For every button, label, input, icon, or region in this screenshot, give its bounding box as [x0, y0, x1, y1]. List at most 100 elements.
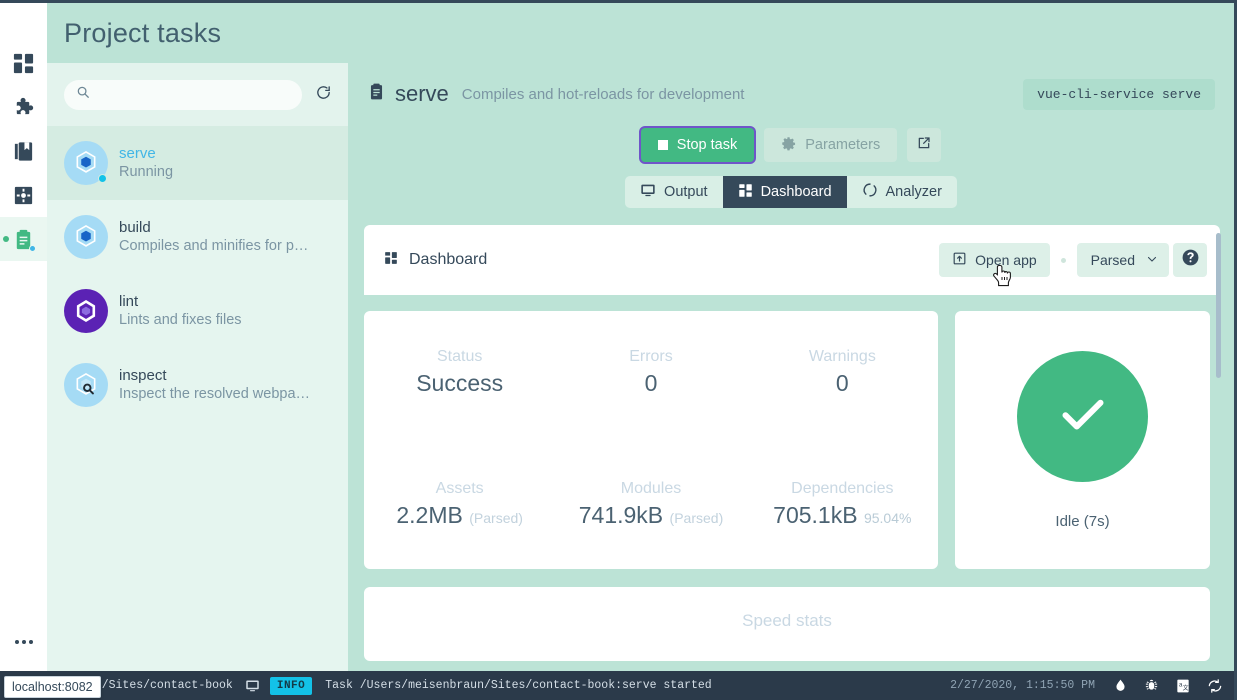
- size-mode-select[interactable]: Parsed: [1076, 243, 1169, 277]
- search-input-wrapper[interactable]: [64, 79, 302, 110]
- page-header: Project tasks: [47, 3, 1234, 63]
- task-view-tabs: Output Dashboard Analyzer: [625, 176, 957, 208]
- stat-label: Dependencies: [791, 480, 894, 497]
- running-badge: [98, 174, 107, 183]
- sidebar-item-dependencies[interactable]: [0, 129, 47, 173]
- gear-icon: [781, 136, 796, 155]
- dependencies-icon: [12, 140, 35, 163]
- dot-2: [21, 640, 26, 644]
- task-description: Lints and fixes files: [119, 312, 242, 328]
- task-name: serve: [119, 145, 156, 162]
- build-status-circle: [1017, 350, 1148, 482]
- chevron-down-icon: [1146, 252, 1158, 268]
- translate-icon[interactable]: a 文: [1175, 678, 1191, 694]
- stat-number: 2.2MB: [396, 502, 463, 528]
- status-message: Task /Users/meisenbraun/Sites/contact-bo…: [325, 679, 712, 692]
- task-description: Compiles and minifies for p…: [119, 238, 309, 254]
- parameters-button[interactable]: Parameters: [764, 128, 898, 162]
- stat-label: Modules: [620, 480, 682, 497]
- task-text: lint Lints and fixes files: [119, 292, 242, 330]
- tab-dashboard[interactable]: Dashboard: [722, 176, 847, 208]
- task-detail-name: serve: [395, 81, 449, 106]
- refresh-sync-icon[interactable]: [1207, 678, 1223, 694]
- sidebar-item-plugins[interactable]: [0, 85, 47, 129]
- stat-label: Errors: [629, 348, 673, 365]
- stop-task-button[interactable]: Stop task: [640, 128, 755, 162]
- task-text: build Compiles and minifies for p…: [119, 218, 308, 256]
- task-icon-cube: [64, 141, 108, 185]
- stat-value: Success: [364, 369, 555, 397]
- help-button[interactable]: [1173, 243, 1207, 277]
- stop-task-label: Stop task: [676, 137, 738, 153]
- dashboard-panel-actions: Open app Parsed: [939, 243, 1207, 277]
- help-icon: [1181, 248, 1200, 272]
- rail-more-button[interactable]: [0, 620, 47, 664]
- page-title: Project tasks: [64, 17, 222, 48]
- check-icon: [1053, 384, 1113, 449]
- stat-number: 741.9kB: [578, 502, 664, 528]
- stat-value: 0: [747, 369, 938, 397]
- sidebar-item-tasks[interactable]: [0, 217, 47, 261]
- log-level-badge: INFO: [269, 676, 313, 695]
- task-list-item[interactable]: serve Running: [47, 126, 348, 200]
- vertical-scrollbar[interactable]: [1216, 233, 1221, 378]
- clipboard-icon: [367, 82, 386, 106]
- command-chip: vue-cli-service serve: [1023, 78, 1215, 110]
- stat-value: 0: [555, 369, 746, 397]
- open-app-button[interactable]: Open app: [939, 243, 1050, 277]
- refresh-icon: [315, 84, 332, 106]
- task-running-dot: [29, 245, 36, 252]
- search-input[interactable]: [98, 87, 290, 102]
- stat-label: Warnings: [808, 348, 876, 365]
- task-list-item[interactable]: build Compiles and minifies for p…: [47, 200, 348, 274]
- task-text: serve Running: [119, 144, 173, 182]
- dot-1: [14, 640, 19, 644]
- terminal-icon[interactable]: [245, 678, 260, 693]
- search-row: [47, 63, 348, 126]
- task-list-item[interactable]: lint Lints and fixes files: [47, 274, 348, 348]
- dashboard-grid-icon: [738, 183, 753, 202]
- stat-warnings: Warnings 0: [747, 345, 938, 397]
- size-mode-value: Parsed: [1090, 252, 1135, 268]
- build-stats-card: Status Success Errors 0 Warnings 0 Asset…: [364, 311, 938, 569]
- stat-value: 2.2MB (Parsed): [364, 501, 555, 532]
- open-app-label: Open app: [975, 252, 1037, 268]
- task-description: Running: [119, 164, 174, 180]
- tab-analyzer-label: Analyzer: [885, 184, 942, 200]
- dashboard-cards-row: Status Success Errors 0 Warnings 0 Asset…: [364, 311, 1220, 569]
- stat-label: Assets: [435, 480, 484, 497]
- bug-icon[interactable]: [1144, 678, 1159, 693]
- task-detail-header: serve Compiles and hot-reloads for devel…: [348, 63, 1234, 125]
- sidebar-item-dashboard[interactable]: [0, 41, 47, 85]
- dashboard-panel-title: Dashboard: [384, 251, 487, 270]
- external-link-icon: [916, 135, 932, 155]
- status-tools: a 文: [1113, 678, 1223, 694]
- task-description: Inspect the resolved webpa…: [119, 386, 311, 402]
- stat-number: Success: [416, 370, 504, 396]
- gear-icon: [12, 184, 35, 207]
- dashboard-icon: [12, 52, 35, 75]
- stat-suffix: 95.04%: [863, 510, 912, 526]
- tab-output[interactable]: Output: [625, 176, 723, 208]
- tab-output-label: Output: [664, 184, 708, 200]
- refresh-tasks-button[interactable]: [306, 78, 340, 112]
- task-detail-title: serve: [367, 81, 449, 107]
- tab-analyzer[interactable]: Analyzer: [847, 176, 957, 208]
- sidebar-item-configuration[interactable]: [0, 173, 47, 217]
- task-detail-description: Compiles and hot-reloads for development: [461, 85, 745, 103]
- dashboard-scroll-area: Dashboard Open app Parsed Status Success…: [348, 225, 1234, 671]
- stat-number: 0: [644, 370, 658, 396]
- build-status-label: Idle (7s): [1055, 512, 1110, 530]
- task-action-buttons: Stop task Parameters: [348, 128, 1234, 162]
- stat-number: 0: [835, 370, 849, 396]
- open-external-button[interactable]: [907, 128, 942, 162]
- link-tooltip: localhost:8082: [4, 676, 101, 698]
- build-status-card: Idle (7s): [955, 311, 1210, 569]
- theme-icon[interactable]: [1113, 678, 1128, 693]
- stat-status: Status Success: [364, 345, 555, 397]
- task-list-item[interactable]: inspect Inspect the resolved webpa…: [47, 348, 348, 422]
- stat-value: 705.1kB 95.04%: [747, 501, 938, 532]
- stat-assets: Assets 2.2MB (Parsed): [364, 477, 555, 532]
- task-text: inspect Inspect the resolved webpa…: [119, 366, 310, 404]
- stat-number: 705.1kB: [773, 502, 858, 528]
